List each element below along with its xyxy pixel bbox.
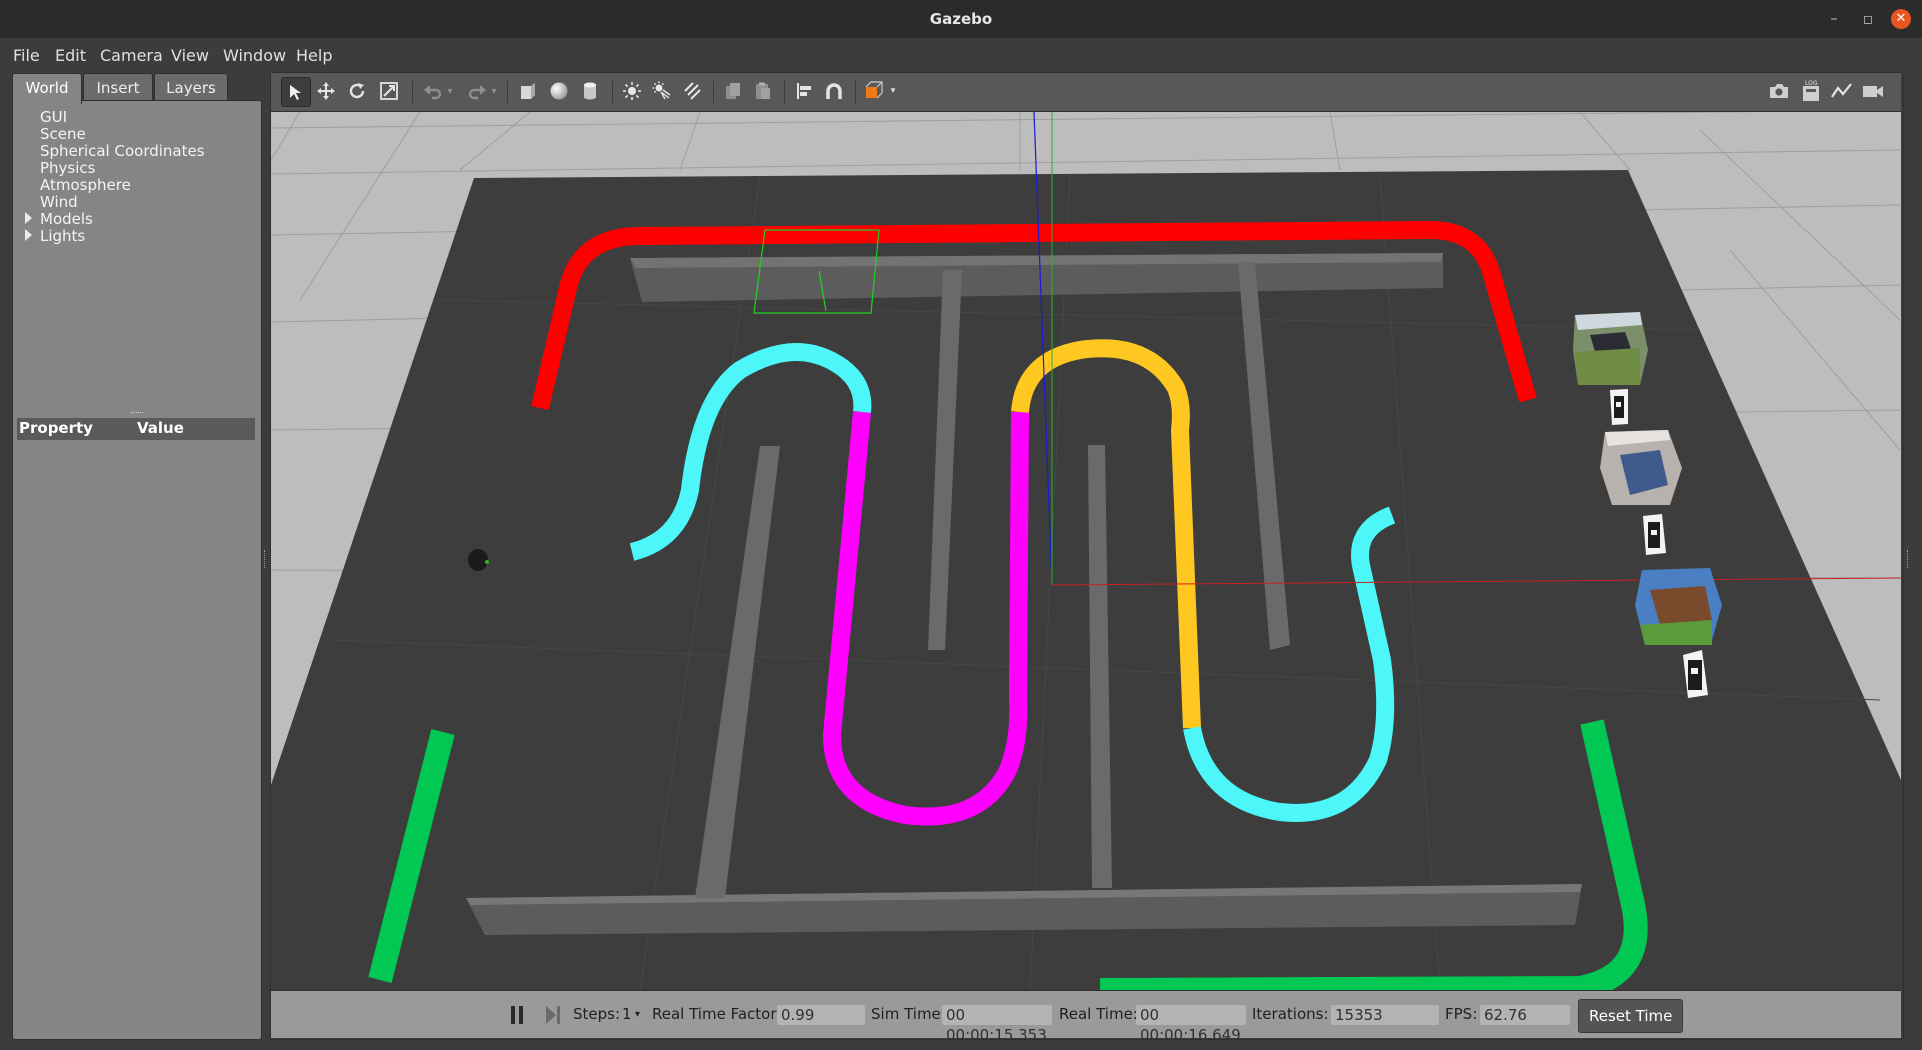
plot-icon[interactable] (1828, 77, 1856, 105)
property-column-header: Property (19, 419, 93, 437)
value-column-header: Value (137, 419, 184, 437)
real-time-factor-label: Real Time Factor: (652, 1005, 782, 1023)
right-splitter[interactable] (1907, 550, 1910, 568)
real-time-factor-field: 0.99 (777, 1005, 865, 1025)
fps-field: 62.76 (1480, 1005, 1570, 1025)
aruco-marker-1[interactable] (1610, 389, 1628, 425)
directional-light-icon[interactable] (678, 77, 706, 105)
tree-item-models[interactable]: Models (40, 211, 93, 228)
splitter-handle[interactable] (131, 412, 143, 415)
menu-file[interactable]: File (13, 38, 40, 74)
toolbar-separator (784, 81, 785, 103)
real-time-field: 00 00:00:16.649 (1136, 1005, 1246, 1044)
photo-cube-3[interactable] (1635, 568, 1722, 645)
undo-history-chevron-down-icon[interactable]: ▾ (443, 77, 457, 105)
paste-icon[interactable] (749, 77, 777, 105)
tab-layers[interactable]: Layers (154, 73, 228, 102)
rotate-tool-icon[interactable] (343, 77, 371, 105)
toolbar: ▾ ▾ ▾ LOG (271, 73, 1901, 112)
photo-cube-2[interactable] (1600, 430, 1682, 505)
sim-time-label: Sim Time: (871, 1005, 946, 1023)
change-view-chevron-down-icon[interactable]: ▾ (887, 77, 899, 105)
snap-magnet-icon[interactable] (820, 77, 848, 105)
steps-label: Steps: (573, 1005, 621, 1023)
copy-icon[interactable] (719, 77, 747, 105)
tree-item-spherical-coordinates[interactable]: Spherical Coordinates (40, 143, 205, 160)
tree-item-atmosphere[interactable]: Atmosphere (40, 177, 131, 194)
reset-time-button[interactable]: Reset Time (1578, 999, 1684, 1033)
translate-tool-icon[interactable] (312, 77, 340, 105)
tree-item-physics[interactable]: Physics (40, 160, 95, 177)
expand-lights-icon[interactable] (25, 229, 32, 241)
world-panel: GUI Scene Spherical Coordinates Physics … (12, 100, 262, 1040)
cylinder-shape-icon[interactable] (576, 77, 604, 105)
steps-value[interactable]: 1 (622, 991, 632, 1038)
left-splitter[interactable] (264, 550, 267, 568)
property-table-header: Property Value (17, 418, 255, 440)
step-forward-icon[interactable] (546, 1006, 562, 1024)
sim-time-field: 00 00:00:15.353 (942, 1005, 1052, 1044)
select-tool-icon[interactable] (281, 77, 311, 107)
toolbar-separator (412, 81, 413, 103)
pause-icon[interactable] (510, 1006, 526, 1024)
tree-item-wind[interactable]: Wind (40, 194, 78, 211)
toolbar-separator (507, 81, 508, 103)
steps-chevron-down-icon[interactable]: ▾ (635, 991, 640, 1038)
tree-item-gui[interactable]: GUI (40, 109, 67, 126)
iterations-label: Iterations: (1252, 1005, 1329, 1023)
toolbar-separator (713, 81, 714, 103)
menu-help[interactable]: Help (296, 38, 332, 74)
screenshot-camera-icon[interactable] (1765, 77, 1793, 105)
box-shape-icon[interactable] (514, 77, 542, 105)
menu-window[interactable]: Window (223, 38, 286, 74)
scale-tool-icon[interactable] (375, 77, 403, 105)
toolbar-separator (855, 81, 856, 103)
tree-item-scene[interactable]: Scene (40, 126, 86, 143)
3d-viewport[interactable] (271, 112, 1901, 990)
window-title: Gazebo (929, 10, 993, 28)
iterations-field: 15353 (1331, 1005, 1439, 1025)
real-time-label: Real Time: (1059, 1005, 1138, 1023)
change-view-icon[interactable] (861, 77, 889, 105)
spot-light-icon[interactable] (648, 77, 676, 105)
tree-item-lights[interactable]: Lights (40, 228, 85, 245)
tab-world[interactable]: World (12, 73, 82, 104)
toolbar-separator (612, 81, 613, 103)
fps-label: FPS: (1445, 1005, 1478, 1023)
align-icon[interactable] (790, 77, 818, 105)
redo-history-chevron-down-icon[interactable]: ▾ (487, 77, 501, 105)
title-bar: Gazebo – ◻ ✕ (0, 0, 1922, 39)
aruco-marker-2[interactable] (1643, 514, 1666, 555)
menu-bar: File Edit Camera View Window Help (0, 38, 1922, 74)
photo-cube-1[interactable] (1573, 312, 1648, 385)
sphere-shape-icon[interactable] (545, 77, 573, 105)
menu-camera[interactable]: Camera (100, 38, 163, 74)
menu-edit[interactable]: Edit (55, 38, 86, 74)
video-record-icon[interactable] (1859, 77, 1887, 105)
minimize-button[interactable]: – (1824, 9, 1844, 29)
close-button[interactable]: ✕ (1891, 9, 1911, 29)
point-light-icon[interactable] (618, 77, 646, 105)
status-bar: Steps: 1 ▾ Real Time Factor: 0.99 Sim Ti… (271, 990, 1901, 1044)
menu-view[interactable]: View (171, 38, 209, 74)
expand-models-icon[interactable] (25, 212, 32, 224)
maximize-button[interactable]: ◻ (1858, 9, 1878, 29)
tab-insert[interactable]: Insert (83, 73, 153, 102)
svg-text:LOG: LOG (1805, 80, 1818, 87)
log-record-icon[interactable]: LOG (1797, 77, 1825, 105)
